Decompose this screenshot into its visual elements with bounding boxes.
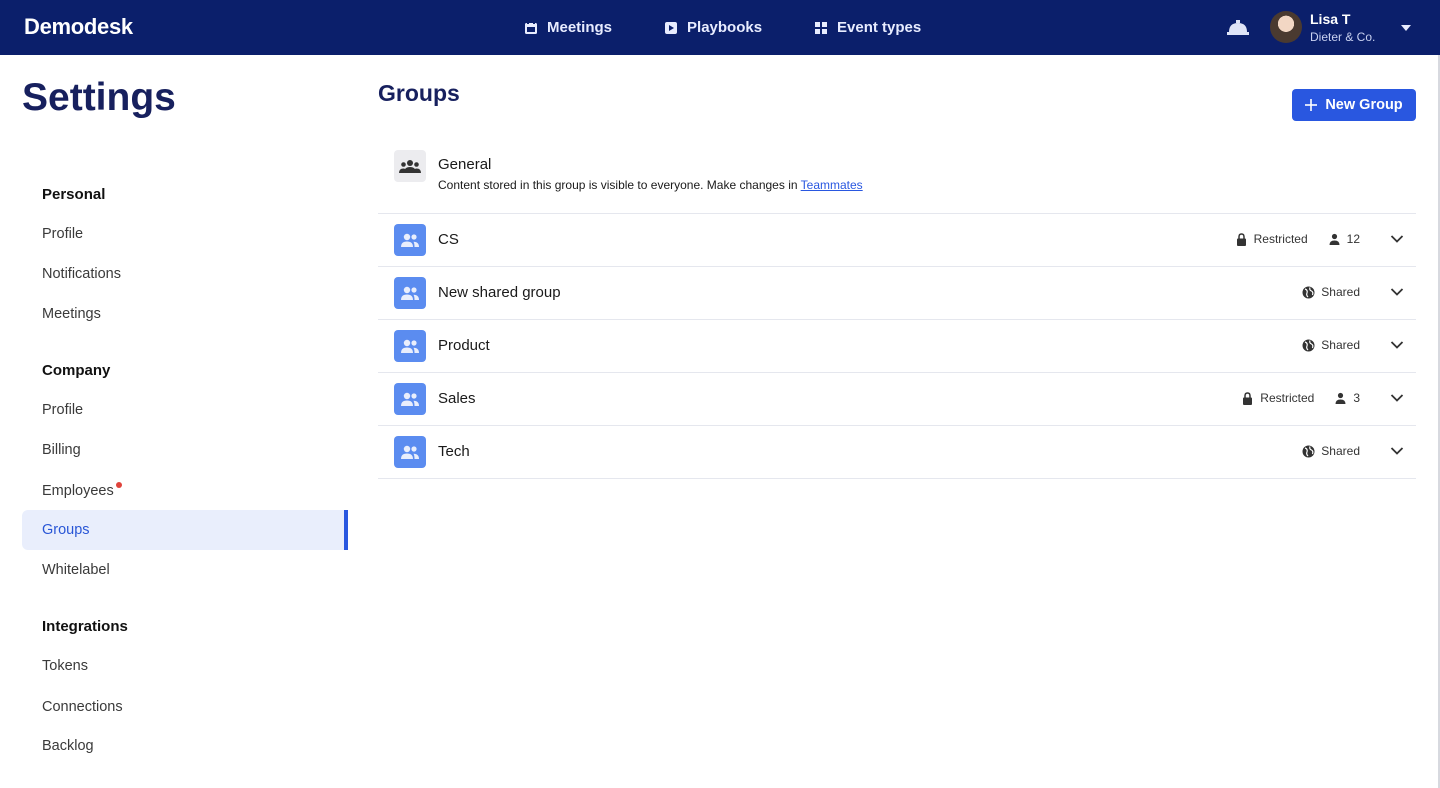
access-label: Restricted: [1253, 232, 1308, 246]
access-label: Shared: [1321, 338, 1360, 352]
group-row-tech[interactable]: Tech Shared: [378, 426, 1416, 479]
plus-icon: [1305, 99, 1318, 111]
group-meta: Shared: [1302, 285, 1360, 299]
user-avatar[interactable]: [1270, 11, 1302, 43]
access-label: Shared: [1321, 444, 1360, 458]
sidebar-item-employees[interactable]: Employees: [22, 471, 348, 511]
group-meta: Restricted 12: [1235, 232, 1360, 246]
group-name: CS: [438, 231, 459, 248]
service-bell-icon[interactable]: [1227, 18, 1249, 36]
group-row-cs[interactable]: CS Restricted 12: [378, 214, 1416, 267]
nav-playbooks[interactable]: Playbooks: [664, 19, 762, 36]
sidebar-item-company-profile[interactable]: Profile: [22, 390, 348, 430]
grid-icon: [815, 21, 828, 34]
page-title: Groups: [378, 80, 460, 106]
sidebar-item-label: Connections: [42, 699, 123, 715]
sidebar-item-connections[interactable]: Connections: [22, 687, 348, 727]
group-users-icon: [394, 330, 426, 362]
main-nav: Meetings Playbooks Event types: [524, 0, 921, 55]
member-count: 3: [1353, 391, 1360, 405]
sidebar-item-label: Notifications: [42, 266, 121, 282]
demodesk-logo[interactable]: Demodesk: [24, 14, 133, 40]
user-company: Dieter & Co.: [1310, 30, 1376, 44]
nav-meetings-label: Meetings: [547, 19, 613, 36]
sidebar-item-label: Billing: [42, 442, 81, 458]
access-label: Shared: [1321, 285, 1360, 299]
sidebar-item-billing[interactable]: Billing: [22, 430, 348, 470]
group-row-new-shared-group[interactable]: New shared group Shared: [378, 267, 1416, 320]
group-users-icon: [394, 436, 426, 468]
globe-icon: [1302, 286, 1315, 298]
lock-icon: [1243, 391, 1253, 405]
section-company: Company: [42, 362, 111, 379]
chevron-down-icon[interactable]: [1390, 393, 1404, 403]
nav-event-types-label: Event types: [837, 19, 922, 36]
general-description-text: Content stored in this group is visible …: [438, 178, 798, 192]
sidebar-item-groups[interactable]: Groups: [22, 510, 348, 550]
access-label: Restricted: [1260, 391, 1315, 405]
chevron-down-icon[interactable]: [1390, 446, 1404, 456]
chevron-down-icon[interactable]: [1390, 234, 1404, 244]
new-group-button[interactable]: New Group: [1292, 89, 1416, 121]
group-name: Tech: [438, 443, 470, 460]
sidebar-item-whitelabel[interactable]: Whitelabel: [22, 550, 348, 590]
lock-icon: [1236, 232, 1246, 246]
group-meta: Shared: [1302, 444, 1360, 458]
sidebar-item-tokens[interactable]: Tokens: [22, 646, 348, 686]
group-people-icon: [394, 150, 426, 182]
section-personal: Personal: [42, 186, 106, 203]
notification-dot: [115, 482, 122, 488]
calendar-icon: [525, 20, 537, 34]
user-name[interactable]: Lisa T: [1310, 11, 1350, 27]
chevron-down-icon[interactable]: [1390, 287, 1404, 297]
sidebar-item-label: Employees: [42, 483, 114, 499]
top-navigation-bar: Demodesk Meetings Playbooks Event types …: [0, 0, 1440, 55]
sidebar-item-label: Meetings: [42, 306, 101, 322]
group-users-icon: [394, 277, 426, 309]
nav-meetings[interactable]: Meetings: [524, 19, 612, 36]
member-count: 12: [1346, 232, 1360, 246]
sidebar-item-label: Backlog: [42, 738, 94, 754]
play-icon: [665, 21, 678, 34]
group-meta: Shared: [1302, 338, 1360, 352]
globe-icon: [1302, 445, 1315, 457]
settings-title: Settings: [22, 76, 176, 119]
group-row-product[interactable]: Product Shared: [378, 320, 1416, 373]
sidebar-item-label: Groups: [42, 522, 90, 538]
person-icon: [1335, 392, 1346, 404]
general-group-description: Content stored in this group is visible …: [438, 178, 863, 192]
nav-event-types[interactable]: Event types: [814, 19, 921, 36]
group-row-sales[interactable]: Sales Restricted 3: [378, 373, 1416, 426]
group-users-icon: [394, 383, 426, 415]
chevron-down-icon[interactable]: [1390, 340, 1404, 350]
general-group-row: General Content stored in this group is …: [378, 140, 1416, 214]
sidebar-item-meetings[interactable]: Meetings: [22, 294, 348, 334]
section-integrations: Integrations: [42, 618, 128, 635]
sidebar-item-backlog[interactable]: Backlog: [22, 726, 348, 766]
caret-down-icon[interactable]: [1400, 24, 1412, 32]
person-icon: [1329, 233, 1340, 245]
sidebar-item-label: Profile: [42, 226, 84, 242]
group-users-icon: [394, 224, 426, 256]
sidebar-item-label: Tokens: [42, 658, 88, 674]
sidebar-item-notifications[interactable]: Notifications: [22, 254, 348, 294]
teammates-link[interactable]: Teammates: [801, 178, 863, 192]
group-name: New shared group: [438, 284, 561, 301]
globe-icon: [1302, 339, 1315, 351]
sidebar-item-personal-profile[interactable]: Profile: [22, 214, 348, 254]
general-group-name: General: [438, 156, 492, 173]
sidebar-item-label: Whitelabel: [42, 562, 110, 578]
new-group-label: New Group: [1325, 97, 1403, 113]
nav-playbooks-label: Playbooks: [687, 19, 763, 36]
group-name: Product: [438, 337, 490, 354]
group-name: Sales: [438, 390, 476, 407]
group-meta: Restricted 3: [1241, 391, 1360, 405]
sidebar-item-label: Profile: [42, 402, 84, 418]
